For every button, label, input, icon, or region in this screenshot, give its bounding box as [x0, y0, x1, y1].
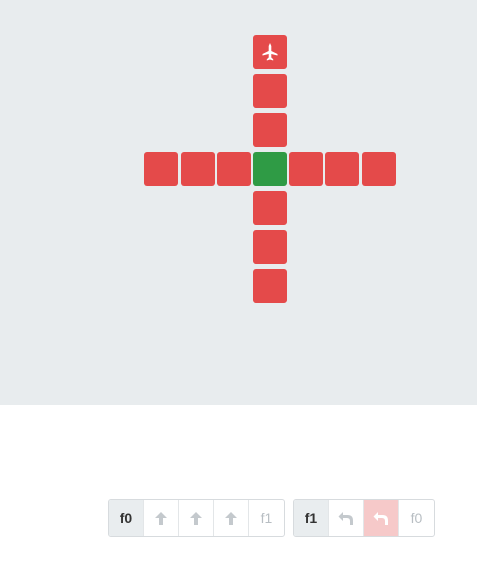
command-slot[interactable] [179, 500, 214, 536]
forward-arrow-icon [189, 511, 203, 526]
board-tile [325, 152, 359, 186]
start-tile [253, 152, 287, 186]
board-tile [253, 230, 287, 264]
function-label-f1: f1 [294, 500, 329, 536]
board-tile [253, 35, 287, 69]
command-slot[interactable] [364, 500, 399, 536]
board-tile [253, 74, 287, 108]
game-board [0, 0, 477, 405]
board-tile [144, 152, 178, 186]
board-tile [253, 191, 287, 225]
command-slot[interactable] [144, 500, 179, 536]
turn-left-icon [373, 511, 389, 526]
board-tile [289, 152, 323, 186]
forward-arrow-icon [154, 511, 168, 526]
plane-icon [262, 43, 278, 61]
board-tile [181, 152, 215, 186]
call-slot[interactable]: f1 [249, 500, 284, 536]
function-label-f0: f0 [109, 500, 144, 536]
board-tile [253, 269, 287, 303]
command-slot[interactable] [329, 500, 364, 536]
command-slot[interactable] [214, 500, 249, 536]
board-tile [217, 152, 251, 186]
board-tile [362, 152, 396, 186]
board-tile [253, 113, 287, 147]
function-f0: f0 f1 [108, 499, 285, 537]
call-slot[interactable]: f0 [399, 500, 434, 536]
turn-left-icon [338, 511, 354, 526]
forward-arrow-icon [224, 511, 238, 526]
function-f1: f1 f0 [293, 499, 435, 537]
